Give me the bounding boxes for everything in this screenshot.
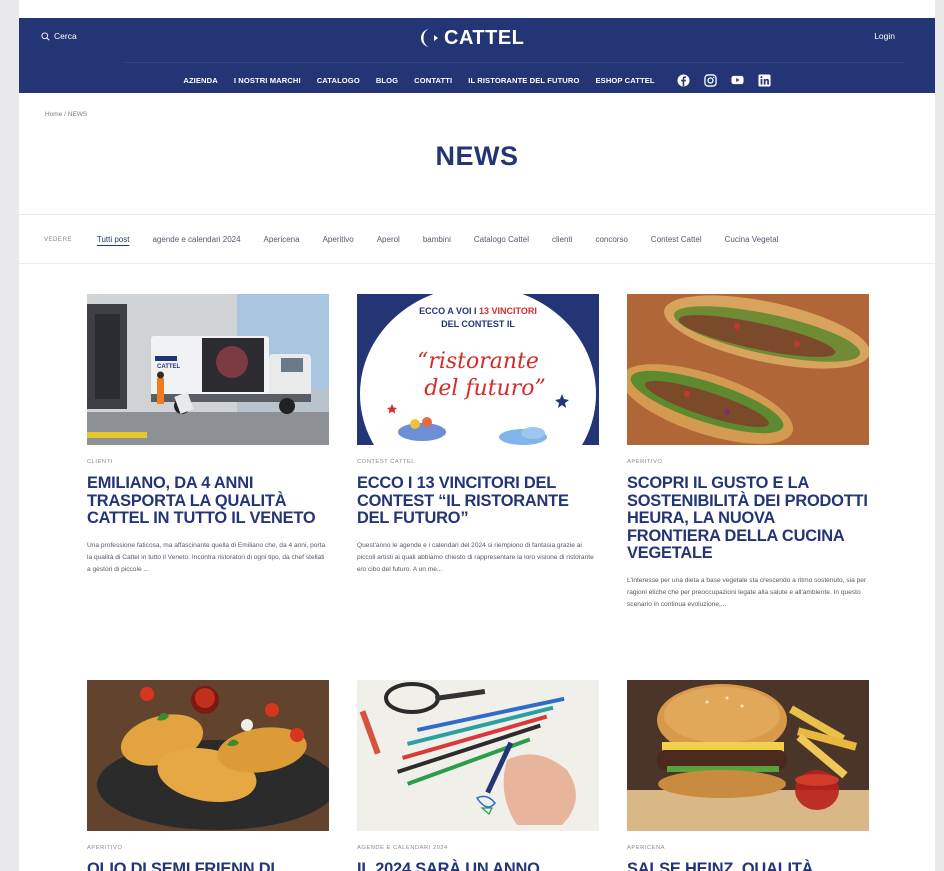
category-filter-bar: VEDERE Tutti post agende e calendari 202…	[19, 214, 935, 264]
post-category[interactable]: APERITIVO	[87, 845, 329, 851]
post-card[interactable]: APERITIVO OLIO DI SEMI FRIENN DI	[87, 680, 329, 871]
site-header: Cerca CATTEL Login AZIENDA I NOSTRI MARC…	[19, 18, 935, 93]
post-image-truck[interactable]: CATTEL	[87, 294, 329, 445]
post-excerpt: L'interesse per una dieta a base vegetal…	[627, 576, 867, 608]
header-divider	[124, 62, 905, 63]
social-links	[677, 73, 771, 87]
filter-chip-apericena[interactable]: Apericena	[264, 235, 300, 244]
nav-item-ristorante-del-futuro[interactable]: IL RISTORANTE DEL FUTURO	[468, 76, 579, 85]
youtube-icon[interactable]	[731, 74, 744, 87]
contest-script-2: del futuro”	[424, 376, 545, 401]
filter-chip-tutti-post[interactable]: Tutti post	[97, 235, 130, 244]
post-category[interactable]: APERITIVO	[627, 459, 869, 465]
nav-item-catalogo[interactable]: CATALOGO	[317, 76, 360, 85]
post-image-sandwiches[interactable]	[627, 294, 869, 445]
post-title[interactable]: ECCO I 13 VINCITORI DEL CONTEST “IL RIST…	[357, 474, 599, 528]
cattel-logo[interactable]: CATTEL	[415, 23, 524, 53]
filter-chip-cucina-vegetale[interactable]: Cucina Vegetal	[725, 235, 779, 244]
post-category[interactable]: APERICENA	[627, 845, 869, 851]
search-icon	[41, 31, 50, 41]
post-category[interactable]: CLIENTI	[87, 459, 329, 465]
post-card[interactable]: CATTEL CLIENTI EMILIANO, DA 4 ANNI TRASP…	[87, 294, 329, 576]
contest-subheadline: DEL CONTEST IL	[441, 319, 515, 329]
post-title[interactable]: EMILIANO, DA 4 ANNI TRASPORTA LA QUALITÀ…	[87, 474, 329, 528]
breadcrumb[interactable]: Home / NEWS	[45, 111, 87, 118]
facebook-icon[interactable]	[677, 73, 690, 87]
logo-mark-icon	[420, 28, 438, 47]
svg-text:ECCO A VOI I 13 VINCITORI: ECCO A VOI I 13 VINCITORI	[419, 306, 537, 316]
nav-item-azienda[interactable]: AZIENDA	[183, 76, 217, 85]
post-image-drawing[interactable]	[357, 680, 599, 831]
main-nav: AZIENDA I NOSTRI MARCHI CATALOGO BLOG CO…	[19, 68, 935, 92]
post-excerpt: Una professione faticosa, ma affascinant…	[87, 541, 326, 573]
header-top-row: Cerca CATTEL Login	[19, 18, 935, 58]
post-category[interactable]: CONTEST CATTEL	[357, 459, 599, 465]
post-category[interactable]: AGENDE E CALENDARI 2024	[357, 845, 599, 851]
page: Cerca CATTEL Login AZIENDA I NOSTRI MARC…	[19, 0, 935, 871]
post-title[interactable]: IL 2024 SARÀ UN ANNO	[357, 860, 599, 871]
filter-chip-agende-calendari[interactable]: agende e calendari 2024	[152, 235, 240, 244]
contest-headline-a: ECCO A VOI I	[419, 306, 479, 316]
truck-logo-text: CATTEL	[157, 364, 181, 370]
filter-chip-aperol[interactable]: Aperol	[377, 235, 400, 244]
filter-chip-catalogo-cattel[interactable]: Catalogo Cattel	[474, 235, 529, 244]
post-card[interactable]: ECCO A VOI I 13 VINCITORI DEL CONTEST IL…	[357, 294, 599, 576]
filter-chip-concorso[interactable]: concorso	[595, 235, 627, 244]
post-title[interactable]: OLIO DI SEMI FRIENN DI	[87, 860, 329, 871]
filter-label: VEDERE	[44, 235, 72, 243]
post-image-contest[interactable]: ECCO A VOI I 13 VINCITORI DEL CONTEST IL…	[357, 294, 599, 445]
post-title[interactable]: SCOPRI IL GUSTO E LA SOSTENIBILITÀ DEI P…	[627, 474, 869, 563]
filter-chip-aperitivo[interactable]: Aperitivo	[323, 235, 354, 244]
nav-item-blog[interactable]: BLOG	[376, 76, 398, 85]
post-card[interactable]: APERICENA SALSE HEINZ, QUALITÀ	[627, 680, 869, 871]
contest-headline-b: 13 VINCITORI	[479, 306, 537, 316]
filter-chip-contest-cattel[interactable]: Contest Cattel	[651, 235, 702, 244]
logo-text: CATTEL	[444, 26, 525, 49]
post-card[interactable]: AGENDE E CALENDARI 2024 IL 2024 SARÀ UN …	[357, 680, 599, 871]
post-excerpt: Quest'anno le agende e i calendari del 2…	[357, 541, 594, 573]
contest-script-1: “ristorante	[417, 349, 539, 374]
search-label: Cerca	[54, 31, 77, 41]
post-title[interactable]: SALSE HEINZ, QUALITÀ	[627, 860, 869, 871]
nav-item-eshop-cattel[interactable]: ESHOP CATTEL	[595, 76, 654, 85]
filter-chip-clienti[interactable]: clienti	[552, 235, 572, 244]
login-link[interactable]: Login	[874, 31, 895, 41]
instagram-icon[interactable]	[703, 73, 717, 87]
page-title: NEWS	[435, 141, 519, 171]
post-image-panzerotti[interactable]	[87, 680, 329, 831]
post-image-burger[interactable]	[627, 680, 869, 831]
linkedin-icon[interactable]	[758, 73, 771, 87]
filter-chip-bambini[interactable]: bambini	[423, 235, 451, 244]
post-card[interactable]: APERITIVO SCOPRI IL GUSTO E LA SOSTENIBI…	[627, 294, 869, 611]
nav-item-i-nostri-marchi[interactable]: I NOSTRI MARCHI	[234, 76, 301, 85]
nav-item-contatti[interactable]: CONTATTI	[414, 76, 452, 85]
search-button[interactable]: Cerca	[41, 31, 77, 41]
